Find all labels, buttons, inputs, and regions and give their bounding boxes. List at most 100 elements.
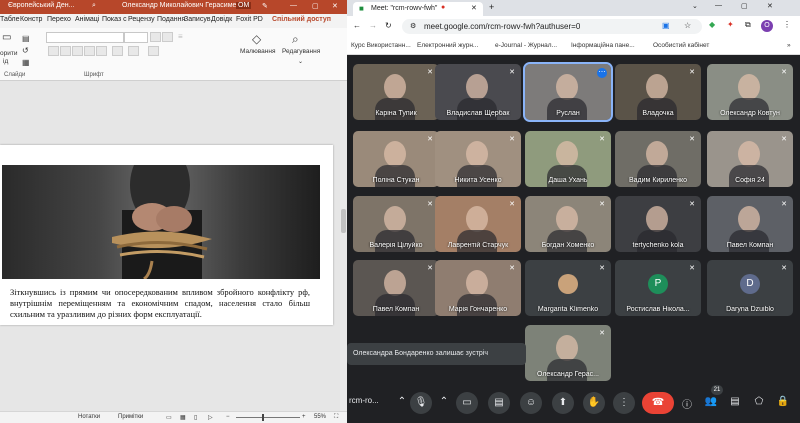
participant-tile[interactable]: ✕ tertychenko kola: [615, 196, 701, 252]
extensions-puzzle-icon[interactable]: ⧉: [745, 20, 751, 30]
zoom-slider[interactable]: [236, 417, 300, 418]
participant-tile[interactable]: ✕ Владислав Щербак: [435, 64, 521, 120]
forward-icon[interactable]: →: [369, 21, 377, 30]
participants-icon[interactable]: 👥: [704, 396, 718, 407]
participant-tile[interactable]: ✕ Богдан Хоменко: [525, 196, 611, 252]
search-icon[interactable]: ⌕: [92, 2, 96, 10]
tab-record[interactable]: Записув: [184, 16, 211, 23]
fit-slide-icon[interactable]: ⛶: [334, 414, 338, 421]
activities-icon[interactable]: ⬠: [752, 396, 766, 407]
drawing-icon[interactable]: ◇: [252, 32, 261, 46]
leave-call-button[interactable]: ☎: [642, 392, 674, 414]
minimize-button[interactable]: —: [715, 2, 722, 9]
paragraph-icon[interactable]: ≡: [178, 32, 183, 41]
participant-tile[interactable]: ✕ Олександр Ковтун: [707, 64, 793, 120]
close-button[interactable]: ✕: [767, 2, 773, 10]
font-color-button[interactable]: [148, 46, 159, 56]
avatar[interactable]: ОМ: [236, 2, 252, 9]
captions-button[interactable]: ▤: [488, 392, 510, 414]
tab-meet[interactable]: ■ Meet: "rcm-rowv-fwh" ● ✕: [353, 2, 483, 16]
bookmark-item[interactable]: e-Journal - Журнал...: [495, 42, 557, 49]
host-controls-icon[interactable]: 🔒: [776, 396, 790, 407]
italic-button[interactable]: [60, 46, 71, 56]
site-info-icon[interactable]: ⚙: [410, 22, 416, 30]
bold-button[interactable]: [48, 46, 59, 56]
tab-slideshow[interactable]: Показ с: [102, 16, 127, 23]
new-slide-icon[interactable]: ▭: [2, 32, 11, 43]
case-button[interactable]: [128, 46, 139, 56]
tab-view[interactable]: Подання: [157, 16, 185, 23]
chevron-down-icon[interactable]: ⌄: [692, 2, 698, 10]
profile-avatar[interactable]: O: [761, 20, 773, 32]
zoom-slider-thumb[interactable]: [262, 414, 264, 421]
url-text[interactable]: meet.google.com/rcm-rowv-fwh?authuser=0: [424, 22, 580, 31]
decrease-font-button[interactable]: [162, 32, 173, 42]
chevron-up-icon[interactable]: ⌃: [437, 396, 451, 407]
address-bar[interactable]: ⚙ meet.google.com/rcm-rowv-fwh?authuser=…: [402, 19, 702, 34]
participant-tile[interactable]: ✕ Вадим Кириленко: [615, 131, 701, 187]
reading-view-icon[interactable]: ▯: [194, 414, 197, 421]
maximize-button[interactable]: ▢: [312, 2, 319, 10]
tab-table[interactable]: Табле: [0, 16, 20, 23]
slide-body-text[interactable]: Зіткнувшись із прямим чи опосередкованим…: [10, 287, 310, 320]
close-tab-icon[interactable]: ✕: [471, 4, 477, 12]
tab-review[interactable]: Рецензу: [128, 16, 155, 23]
menu-icon[interactable]: ⋮: [783, 20, 791, 29]
maximize-button[interactable]: ▢: [741, 2, 748, 10]
reload-icon[interactable]: ↻: [385, 21, 392, 30]
tab-foxit[interactable]: Foxit PD: [236, 16, 263, 23]
strike-button[interactable]: [84, 46, 95, 56]
participant-tile[interactable]: ✕ Марія Гончаренко: [435, 260, 521, 316]
drawing-button[interactable]: Малювання: [240, 48, 275, 55]
camera-indicator-icon[interactable]: ▣: [662, 21, 670, 30]
zoom-level[interactable]: 55%: [314, 414, 326, 420]
section-icon[interactable]: ▦: [22, 58, 30, 67]
present-button[interactable]: ⬆: [552, 392, 574, 414]
participant-tile[interactable]: ✕ Софія 24: [707, 131, 793, 187]
participant-tile[interactable]: ✕ Лаврентій Старчук: [435, 196, 521, 252]
font-name-dropdown[interactable]: [46, 32, 124, 43]
slideshow-view-icon[interactable]: ▷: [208, 414, 213, 421]
tab-animations[interactable]: Анімаці: [75, 16, 99, 23]
notes-button[interactable]: Нотатки: [78, 414, 100, 420]
spacing-button[interactable]: [112, 46, 123, 56]
raise-hand-button[interactable]: ✋: [583, 392, 605, 414]
participant-tile[interactable]: ✕ Павел Компан: [707, 196, 793, 252]
slide[interactable]: Зіткнувшись із прямим чи опосередкованим…: [0, 145, 333, 325]
minimize-button[interactable]: —: [290, 2, 297, 9]
emoji-button[interactable]: ☺: [520, 392, 542, 414]
layout-icon[interactable]: ▤: [22, 34, 30, 43]
editing-button[interactable]: Редагування: [282, 48, 320, 55]
participant-tile[interactable]: ✕ Никита Усенко: [435, 131, 521, 187]
more-options-icon[interactable]: ⋯: [597, 68, 607, 78]
close-button[interactable]: ✕: [332, 2, 338, 10]
participant-tile[interactable]: ✕ Margarita Klimenko: [525, 260, 611, 316]
sorter-view-icon[interactable]: ▦: [180, 414, 186, 421]
participant-tile[interactable]: ✕ Валерія Цілуйко: [353, 196, 439, 252]
shadow-button[interactable]: [96, 46, 107, 56]
vertical-scrollbar[interactable]: [340, 81, 347, 411]
bookmark-item[interactable]: Курс Використанн...: [351, 42, 411, 49]
bookmark-star-icon[interactable]: ☆: [684, 21, 691, 30]
chevron-down-icon[interactable]: ⌄: [298, 58, 303, 65]
tab-design[interactable]: Констр: [20, 16, 42, 23]
extension-shield-icon[interactable]: ◆: [709, 20, 715, 29]
zoom-in-icon[interactable]: +: [302, 414, 306, 420]
participant-tile[interactable]: ✕ Владочка: [615, 64, 701, 120]
font-size-dropdown[interactable]: [124, 32, 148, 43]
participant-tile[interactable]: Р ✕ Ростислав Нікола...: [615, 260, 701, 316]
reset-icon[interactable]: ↺: [22, 46, 29, 55]
normal-view-icon[interactable]: ▭: [166, 414, 172, 421]
tab-transitions[interactable]: Перехо: [47, 16, 71, 23]
info-icon[interactable]: ⓘ: [680, 396, 694, 411]
zoom-out-icon[interactable]: −: [226, 414, 230, 420]
chat-icon[interactable]: ▤: [728, 396, 742, 407]
chevron-up-icon[interactable]: ⌃: [395, 396, 409, 407]
camera-button[interactable]: ▭: [456, 392, 478, 414]
participant-tile[interactable]: ✕ Павел Компан: [353, 260, 439, 316]
participant-tile[interactable]: ✕ Поліна Стукан: [353, 131, 439, 187]
participant-tile[interactable]: ✕ Даша Ухань: [525, 131, 611, 187]
find-icon[interactable]: ⌕: [292, 32, 299, 47]
pen-icon[interactable]: ✎: [262, 2, 268, 10]
bookmark-item[interactable]: Особистий кабінет: [653, 42, 709, 49]
